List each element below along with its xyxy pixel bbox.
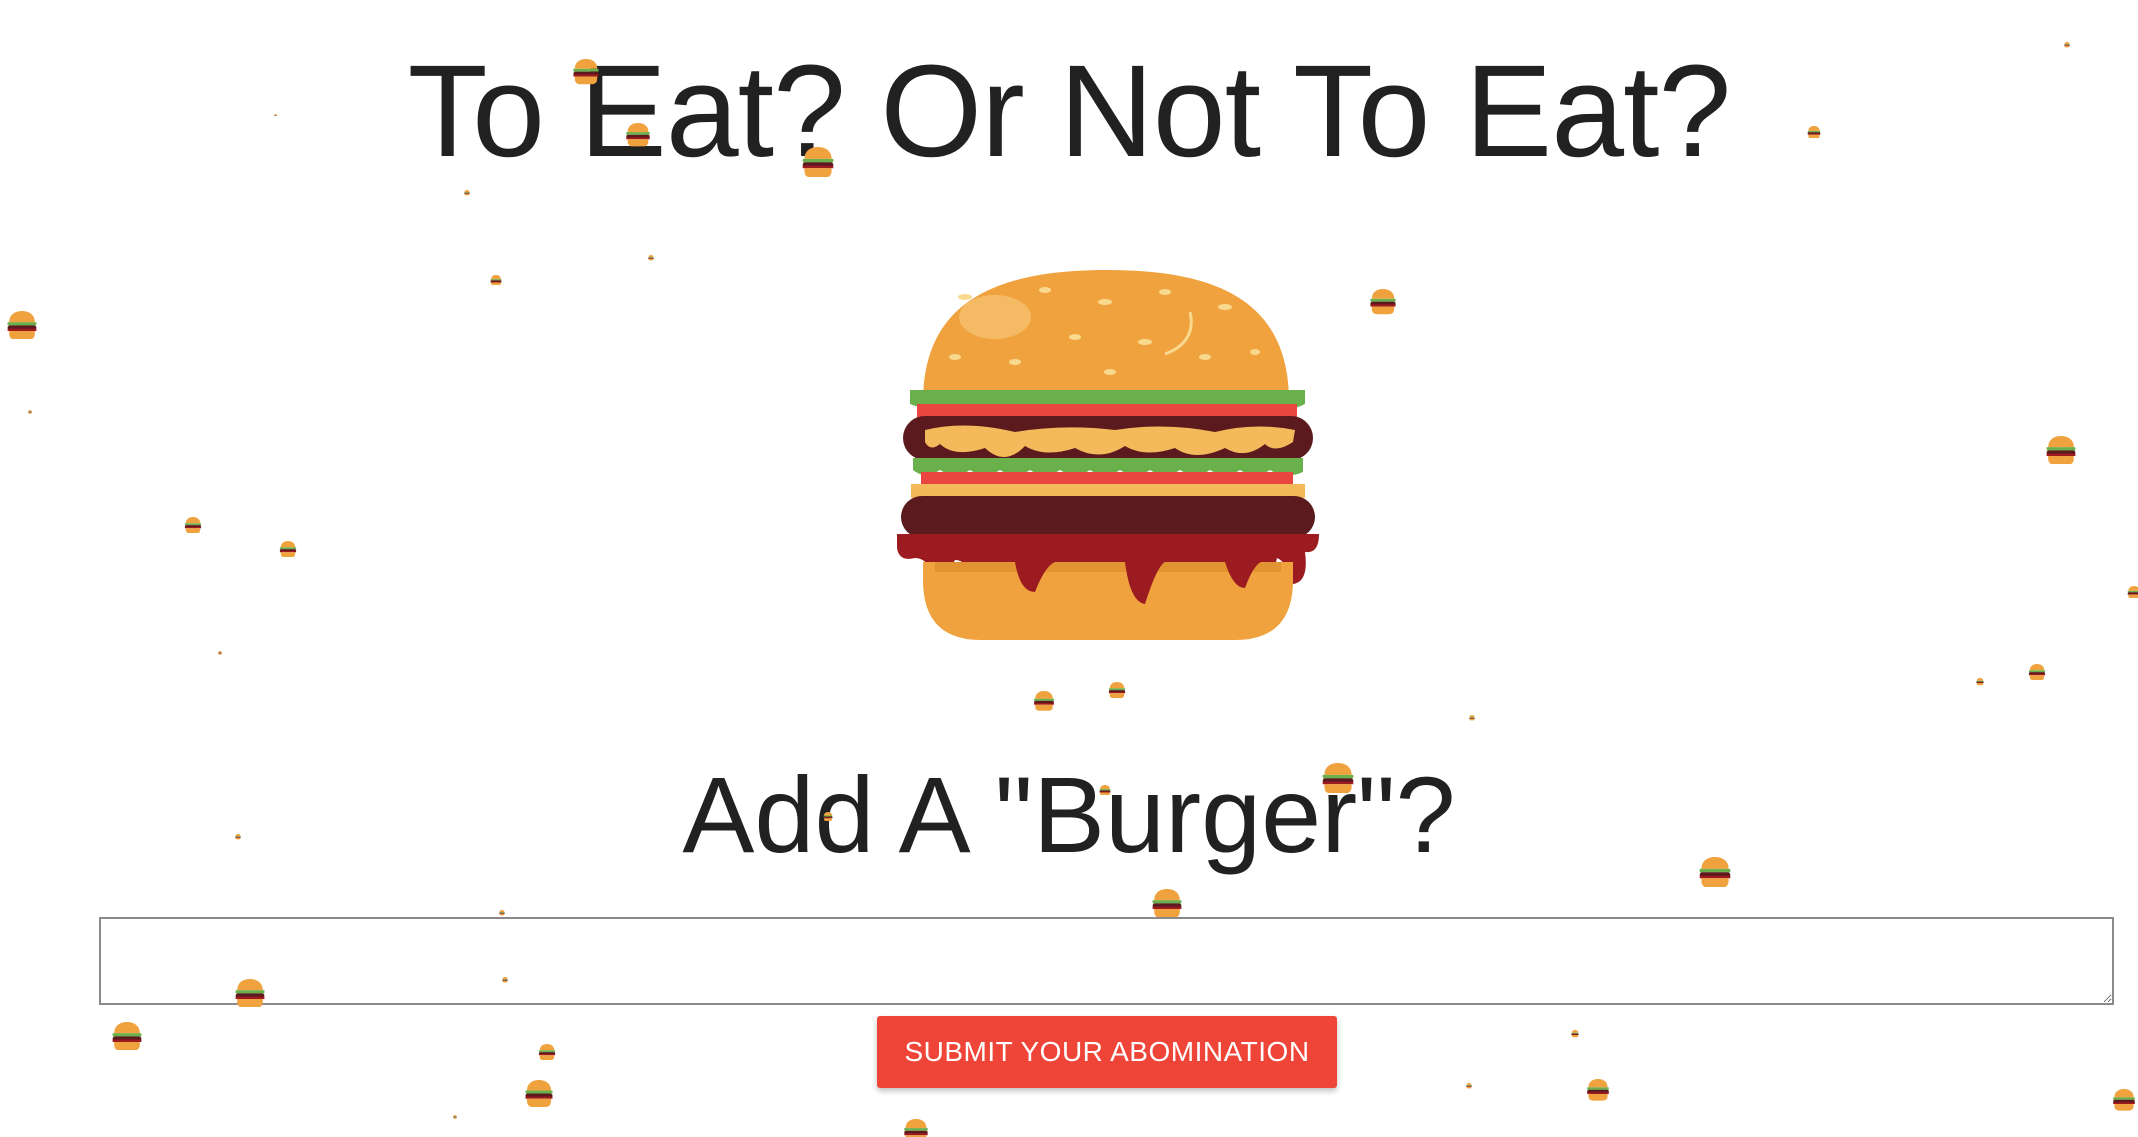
burger-icon: [538, 1043, 556, 1061]
burger-icon: [2127, 585, 2138, 599]
burger-name-textarea[interactable]: [99, 917, 2114, 1005]
burger-icon: [2028, 663, 2046, 681]
burger-icon: [1571, 1030, 1579, 1038]
burger-icon: [464, 190, 470, 196]
burger-icon: [1370, 289, 1396, 315]
add-burger-heading: Add A "Burger"?: [682, 754, 1456, 875]
burger-icon: [1034, 691, 1054, 711]
burger-icon: [2113, 1089, 2135, 1111]
submit-burger-button[interactable]: SUBMIT YOUR ABOMINATION: [877, 1016, 1337, 1088]
burger-icon: [184, 516, 202, 534]
burger-icon: [28, 410, 32, 414]
burger-icon: [279, 540, 297, 558]
burger-icon: [1587, 1079, 1609, 1101]
burger-icon: [1466, 1083, 1472, 1089]
burger-icon: [499, 910, 505, 916]
burger-icon: [1108, 681, 1126, 699]
burger-icon: [648, 255, 654, 261]
burger-icon: [490, 274, 502, 286]
burger-icon: [904, 1119, 928, 1137]
burger-icon: [112, 1021, 142, 1051]
burger-icon: [1469, 715, 1475, 721]
burger-icon: [2046, 435, 2076, 465]
burger-icon: [1152, 888, 1182, 918]
burger-icon: [218, 651, 222, 655]
burger-icon: [1976, 678, 1984, 686]
burger-icon: [525, 1079, 553, 1107]
page-title: To Eat? Or Not To Eat?: [407, 37, 1732, 184]
burger-icon: [453, 1115, 457, 1119]
page: To Eat? Or Not To Eat? Add A "Burger"? S…: [0, 0, 2138, 1137]
burger-icon: [897, 270, 1319, 640]
burger-icon: [7, 310, 37, 340]
